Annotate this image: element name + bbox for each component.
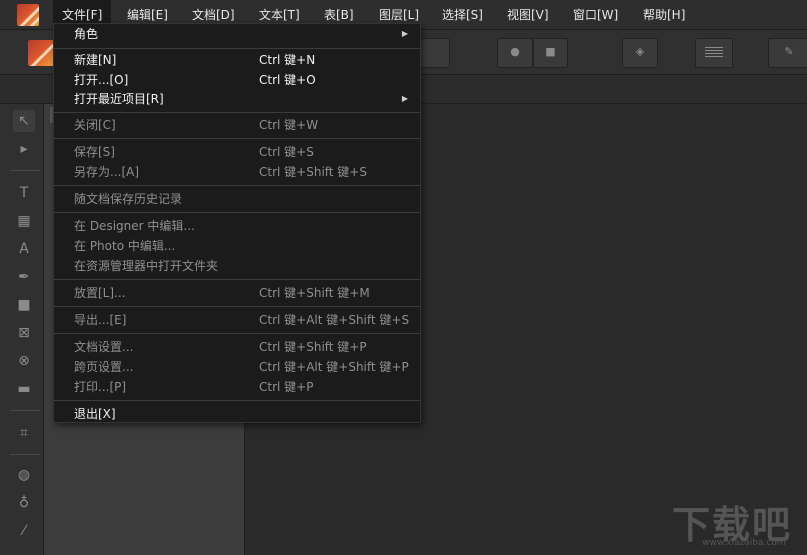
crop-tool-icon[interactable]: ⌗ (13, 422, 35, 444)
shape-tool-icon[interactable]: ■ (13, 294, 35, 316)
tool-divider (10, 170, 40, 171)
square-button[interactable]: ■ (533, 38, 568, 68)
menu-item-open-in-explorer[interactable]: 在资源管理器中打开文件夹 (54, 256, 420, 276)
tools-panel: ↖ ▸ T ▦ A ✒ ■ ⊠ ⊗ ▬ ⌗ ◍ ♁ ⁄ (0, 104, 44, 555)
table-tool-icon[interactable]: ▦ (13, 210, 35, 232)
menu-item-spread-setup[interactable]: 跨页设置... Ctrl 键+Alt 键+Shift 键+P (54, 357, 420, 377)
transparency-tool-icon[interactable]: ♁ (13, 492, 35, 514)
watermark-url: www.xiazaiba.com (702, 538, 786, 548)
text-frame-button[interactable] (695, 38, 733, 68)
menu-item-save[interactable]: 保存[S] Ctrl 键+S (54, 142, 420, 162)
picture-frame-tool-icon[interactable]: ⊠ (13, 322, 35, 344)
app-logo-icon (17, 4, 39, 26)
menu-item-exit[interactable]: 退出[X] (54, 404, 420, 424)
persona-icon[interactable] (28, 40, 54, 66)
menu-view[interactable]: 视图[V] (498, 0, 558, 29)
menu-item-close[interactable]: 关闭[C] Ctrl 键+W (54, 115, 420, 135)
menu-item-document-setup[interactable]: 文档设置... Ctrl 键+Shift 键+P (54, 337, 420, 357)
node-tool-icon[interactable]: ▸ (13, 138, 35, 160)
menu-item-print[interactable]: 打印...[P] Ctrl 键+P (54, 377, 420, 397)
move-tool-icon[interactable]: ↖ (13, 110, 35, 132)
pin-button[interactable]: ● (497, 38, 533, 68)
submenu-arrow-icon: ▶ (401, 94, 408, 103)
menu-item-edit-in-photo[interactable]: 在 Photo 中编辑... (54, 236, 420, 256)
menu-item-place[interactable]: 放置[L]... Ctrl 键+Shift 键+M (54, 283, 420, 303)
frame-text-tool-icon[interactable]: T (13, 182, 35, 204)
menu-item-persona[interactable]: 角色 ▶ (54, 24, 420, 44)
menu-item-open[interactable]: 打开...[O] Ctrl 键+O (54, 70, 420, 90)
submenu-arrow-icon: ▶ (401, 29, 408, 38)
fill-tool-icon[interactable]: ◍ (13, 464, 35, 486)
preview-button[interactable]: ◈ (622, 38, 658, 68)
pen-tool-icon[interactable]: ✒ (13, 266, 35, 288)
place-image-tool-icon[interactable]: ▬ (13, 378, 35, 400)
menu-item-save-as[interactable]: 另存为...[A] Ctrl 键+Shift 键+S (54, 162, 420, 182)
menu-item-export[interactable]: 导出...[E] Ctrl 键+Alt 键+Shift 键+S (54, 310, 420, 330)
toolbar-button[interactable] (420, 38, 450, 68)
tool-divider (10, 454, 40, 455)
menu-window[interactable]: 窗口[W] (564, 0, 627, 29)
square-icon: ■ (545, 45, 556, 58)
menu-item-save-history[interactable]: 随文档保存历史记录 (54, 189, 420, 209)
artistic-text-tool-icon[interactable]: A (13, 238, 35, 260)
pin-icon: ● (510, 45, 520, 58)
pen-icon: ✎ (784, 45, 794, 58)
menu-item-new[interactable]: 新建[N] Ctrl 键+N (54, 50, 420, 70)
color-picker-tool-icon[interactable]: ⁄ (13, 520, 35, 542)
watermark: 下载吧 www.xiazaiba.com (672, 494, 802, 554)
tool-divider (10, 410, 40, 411)
lines-icon (705, 47, 723, 59)
menu-item-open-recent[interactable]: 打开最近项目[R] ▶ (54, 89, 420, 109)
menu-item-edit-in-designer[interactable]: 在 Designer 中编辑... (54, 216, 420, 236)
menu-select[interactable]: 选择[S] (433, 0, 492, 29)
tool-button[interactable]: ✎ (768, 38, 807, 68)
eye-slash-icon: ◈ (635, 45, 645, 58)
menu-help[interactable]: 帮助[H] (634, 0, 694, 29)
file-dropdown-menu: 角色 ▶ 新建[N] Ctrl 键+N 打开...[O] Ctrl 键+O 打开… (53, 23, 421, 423)
ellipse-frame-tool-icon[interactable]: ⊗ (13, 350, 35, 372)
